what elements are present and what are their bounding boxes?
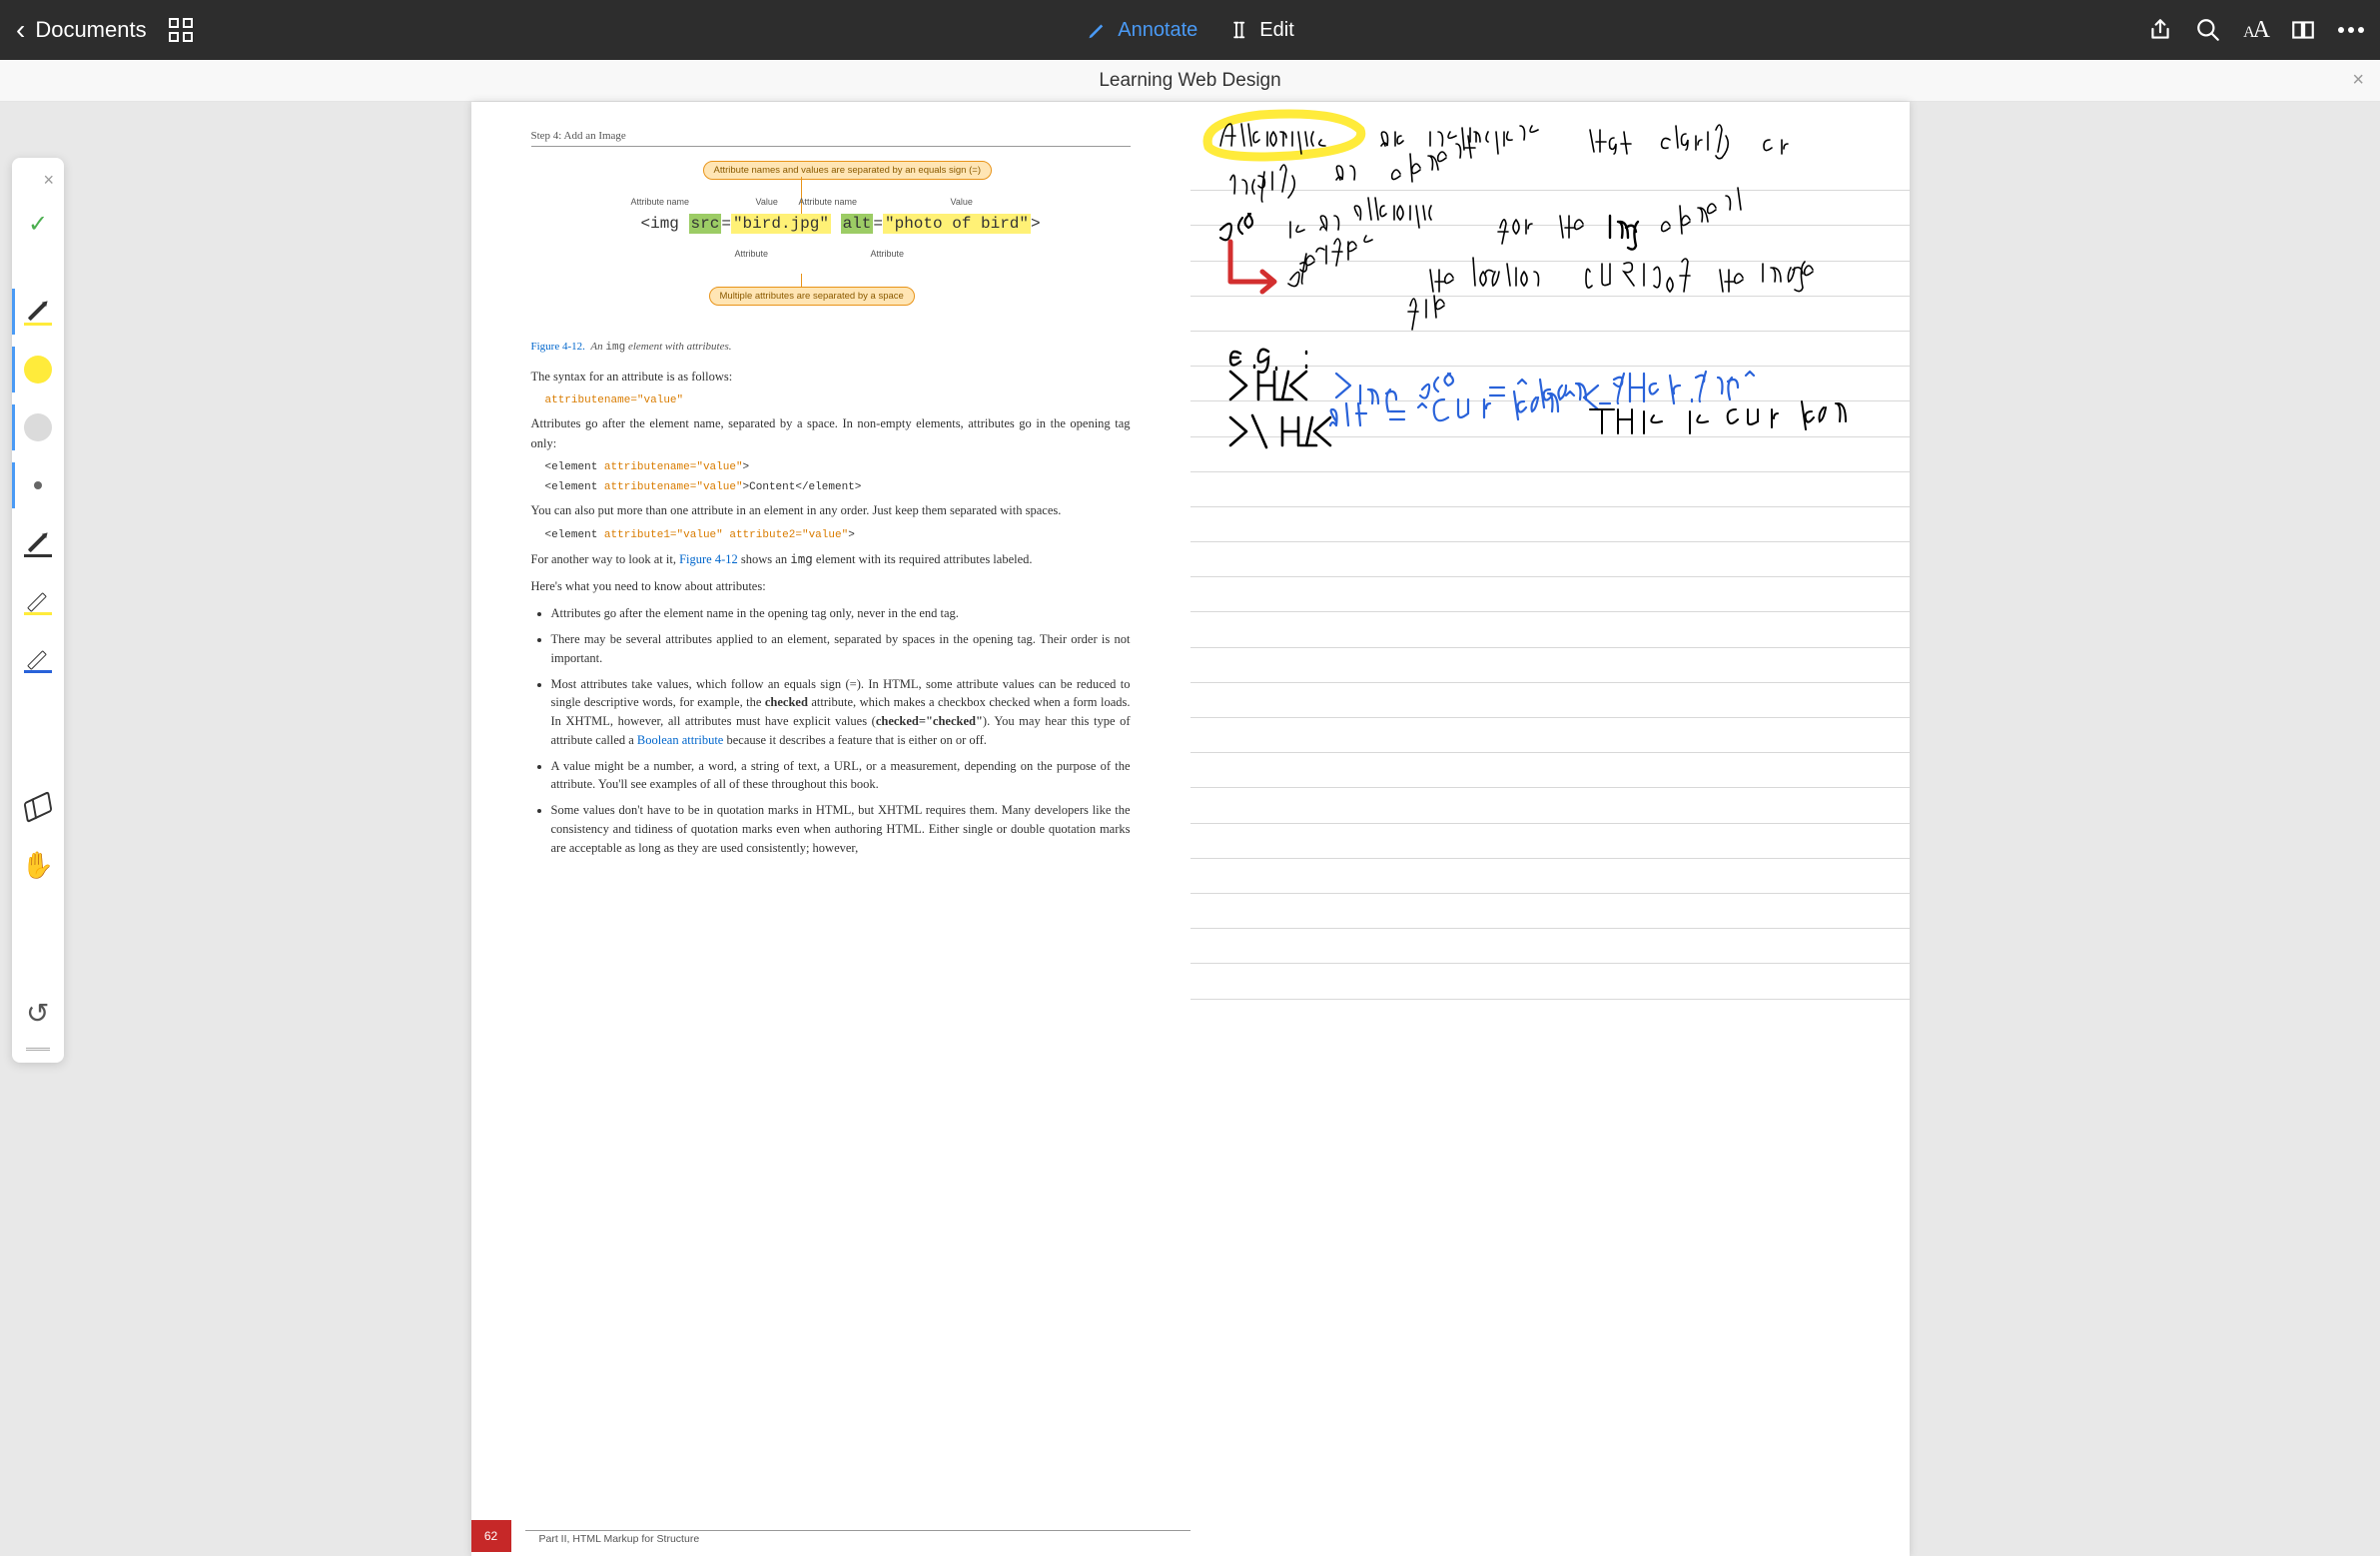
yellow-color-icon [24, 356, 52, 384]
list-item: A value might be a number, a word, a str… [551, 757, 1131, 795]
search-icon [2195, 17, 2221, 43]
back-button[interactable]: ‹ Documents [16, 16, 147, 44]
diagram-label: Attribute [871, 249, 905, 259]
toolbar-mode-group: Annotate Edit [1082, 13, 1298, 48]
paragraph: The syntax for an attribute is as follow… [531, 368, 1131, 387]
diagram-label: Value [756, 197, 778, 207]
chevron-left-icon: ‹ [16, 16, 25, 44]
handwriting-svg [1190, 102, 1910, 601]
grid-square-icon [183, 32, 193, 42]
list-item: Some values don't have to be in quotatio… [551, 801, 1131, 857]
code-sample: <element attribute1="value" attribute2="… [545, 529, 1131, 541]
document-title-bar: Learning Web Design × [0, 60, 2380, 102]
pen-icon [24, 298, 52, 326]
hand-icon: ✋ [22, 850, 54, 881]
list-item: Attributes go after the element name in … [551, 604, 1131, 623]
main-area: × ✓ ✋ ↻ Step 4: Add an Image Attribute [0, 102, 2380, 1556]
pen-icon [24, 529, 52, 557]
figure-link[interactable]: Figure 4-12 [679, 552, 738, 566]
text-cursor-icon [1227, 19, 1249, 41]
highlighter-icon [24, 587, 52, 615]
paragraph: You can also put more than one attribute… [531, 501, 1131, 520]
grid-square-icon [169, 32, 179, 42]
diagram-label: Attribute name [631, 197, 690, 207]
text-size-button[interactable]: AA [2243, 17, 2268, 44]
confirm-tool[interactable]: ✓ [12, 195, 64, 253]
eraser-icon [24, 791, 53, 823]
search-button[interactable] [2195, 17, 2221, 43]
stroke-size-tool[interactable] [12, 456, 64, 514]
pen-yellow-tool[interactable] [12, 283, 64, 341]
diagram-label: Value [951, 197, 973, 207]
grid-square-icon [169, 18, 179, 28]
palette-close-button[interactable]: × [33, 166, 64, 195]
code-sample: <element attributename="value">Content</… [545, 481, 1131, 493]
step-header: Step 4: Add an Image [531, 130, 1131, 147]
annotate-mode-button[interactable]: Annotate [1082, 13, 1201, 48]
undo-tool[interactable]: ↻ [12, 984, 64, 1042]
gray-color-icon [24, 413, 52, 441]
page-right-notes[interactable] [1190, 102, 1910, 1556]
contents-button[interactable] [2290, 17, 2316, 43]
top-toolbar: ‹ Documents Annotate Edit AA [0, 0, 2380, 60]
edit-mode-button[interactable]: Edit [1223, 13, 1297, 48]
share-button[interactable] [2147, 17, 2173, 43]
page-left[interactable]: Step 4: Add an Image Attribute names and… [471, 102, 1190, 1556]
diagram-code: <img src="bird.jpg" alt="photo of bird"> [641, 215, 1041, 233]
check-icon: ✓ [28, 210, 48, 239]
color-gray-tool[interactable] [12, 398, 64, 456]
list-item: Most attributes take values, which follo… [551, 675, 1131, 750]
document-title: Learning Web Design [1099, 70, 1280, 92]
palette-grip[interactable] [26, 1048, 50, 1051]
handwritten-notes [1190, 102, 1910, 606]
pencil-icon [1086, 19, 1108, 41]
grid-view-button[interactable] [169, 18, 193, 42]
figure-caption: Figure 4-12. An img element with attribu… [531, 341, 1131, 354]
close-button[interactable]: × [2352, 69, 2364, 92]
text-size-icon: AA [2243, 17, 2268, 44]
attribute-diagram: Attribute names and values are separated… [651, 161, 1111, 331]
diagram-callout-bottom: Multiple attributes are separated by a s… [709, 287, 915, 306]
undo-icon: ↻ [26, 997, 49, 1030]
more-button[interactable] [2338, 27, 2364, 33]
grid-square-icon [183, 18, 193, 28]
annotate-label: Annotate [1118, 19, 1197, 42]
document-spread: Step 4: Add an Image Attribute names and… [471, 102, 1910, 1556]
glossary-link[interactable]: Boolean attribute [637, 733, 723, 747]
diagram-label: Attribute [735, 249, 769, 259]
connector-line [801, 177, 802, 215]
paragraph: Attributes go after the element name, se… [531, 414, 1131, 453]
color-yellow-tool[interactable] [12, 341, 64, 398]
eraser-tool[interactable] [12, 778, 64, 836]
code-sample: attributename="value" [545, 394, 1131, 406]
paragraph: For another way to look at it, Figure 4-… [531, 549, 1131, 569]
diagram-label: Attribute name [799, 197, 858, 207]
page-number: 62 [471, 1520, 511, 1552]
back-label: Documents [35, 17, 146, 43]
diagram-callout-top: Attribute names and values are separated… [703, 161, 992, 180]
edit-label: Edit [1259, 19, 1293, 42]
highlighter-blue-tool[interactable] [12, 630, 64, 688]
footer-divider: Part II, HTML Markup for Structure [525, 1530, 1190, 1543]
connector-line [801, 274, 802, 288]
small-dot-icon [34, 481, 42, 489]
paragraph: Here's what you need to know about attri… [531, 577, 1131, 596]
list-item: There may be several attributes applied … [551, 630, 1131, 668]
hand-tool[interactable]: ✋ [12, 836, 64, 894]
bullet-list: Attributes go after the element name in … [531, 604, 1131, 857]
pen-black-tool[interactable] [12, 514, 64, 572]
share-icon [2147, 17, 2173, 43]
toolbar-left-group: ‹ Documents [16, 16, 193, 44]
code-sample: <element attributename="value"> [545, 461, 1131, 473]
annotation-tool-palette: × ✓ ✋ ↻ [12, 158, 64, 1063]
highlighter-icon [24, 645, 52, 673]
page-footer: 62 Part II, HTML Markup for Structure [471, 1520, 1190, 1552]
toolbar-right-group: AA [2147, 17, 2364, 44]
highlighter-yellow-tool[interactable] [12, 572, 64, 630]
more-icon [2338, 27, 2364, 33]
book-icon [2290, 17, 2316, 43]
footer-text: Part II, HTML Markup for Structure [539, 1533, 1190, 1545]
